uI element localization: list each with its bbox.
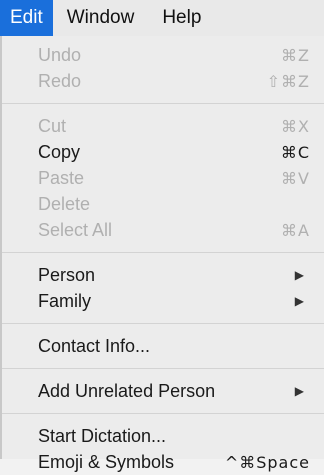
menu-edit[interactable]: Edit [0, 0, 53, 36]
menu-item-start-dictation[interactable]: Start Dictation... [2, 423, 324, 449]
menu-bar: Edit Window Help [0, 0, 324, 36]
shortcut-label: ^⌘Space [224, 452, 310, 472]
menu-item-label: Select All [38, 219, 113, 240]
shortcut-label: ⇧⌘Z [266, 71, 310, 91]
menu-item-label: Add Unrelated Person [38, 380, 216, 401]
menu-item-select-all: Select All ⌘A [2, 217, 324, 243]
shortcut-label: ⌘A [281, 220, 310, 240]
menu-item-emoji-symbols[interactable]: Emoji & Symbols ^⌘Space [2, 449, 324, 475]
menu-item-label: Copy [38, 141, 81, 162]
menu-item-label: Contact Info... [38, 335, 151, 356]
menu-separator [2, 252, 324, 253]
shortcut-label: ⌘Z [281, 45, 310, 65]
menu-window[interactable]: Window [53, 0, 149, 36]
menu-item-label: Start Dictation... [38, 425, 167, 446]
menu-item-label: Emoji & Symbols [38, 451, 175, 472]
menu-item-label: Paste [38, 167, 85, 188]
menu-item-add-unrelated-person[interactable]: Add Unrelated Person ▶ [2, 378, 324, 404]
shortcut-label: ⌘C [280, 142, 310, 162]
menu-item-family[interactable]: Family ▶ [2, 288, 324, 314]
menu-item-redo: Redo ⇧⌘Z [2, 68, 324, 94]
menu-item-label: Person [38, 264, 96, 285]
menu-help[interactable]: Help [148, 0, 215, 36]
menu-item-label: Redo [38, 70, 82, 91]
menu-item-copy[interactable]: Copy ⌘C [2, 139, 324, 165]
triangle-right-icon: ▶ [294, 384, 304, 398]
menu-item-delete: Delete [2, 191, 324, 217]
menu-item-undo: Undo ⌘Z [2, 42, 324, 68]
shortcut-label: ⌘X [281, 116, 310, 136]
edit-menu-dropdown: Undo ⌘Z Redo ⇧⌘Z Cut ⌘X Copy ⌘C Paste ⌘V… [0, 36, 324, 472]
menu-item-cut: Cut ⌘X [2, 113, 324, 139]
menu-separator [2, 368, 324, 369]
menu-item-contact-info[interactable]: Contact Info... [2, 333, 324, 359]
triangle-right-icon: ▶ [294, 268, 304, 282]
menu-item-label: Undo [38, 44, 82, 65]
menu-item-label: Family [38, 290, 91, 311]
menu-item-person[interactable]: Person ▶ [2, 262, 324, 288]
shortcut-label: ⌘V [281, 168, 310, 188]
menu-item-label: Cut [38, 115, 67, 136]
menu-separator [2, 323, 324, 324]
menu-separator [2, 413, 324, 414]
menu-item-paste: Paste ⌘V [2, 165, 324, 191]
triangle-right-icon: ▶ [294, 294, 304, 308]
menu-item-label: Delete [38, 193, 91, 214]
menu-separator [2, 103, 324, 104]
